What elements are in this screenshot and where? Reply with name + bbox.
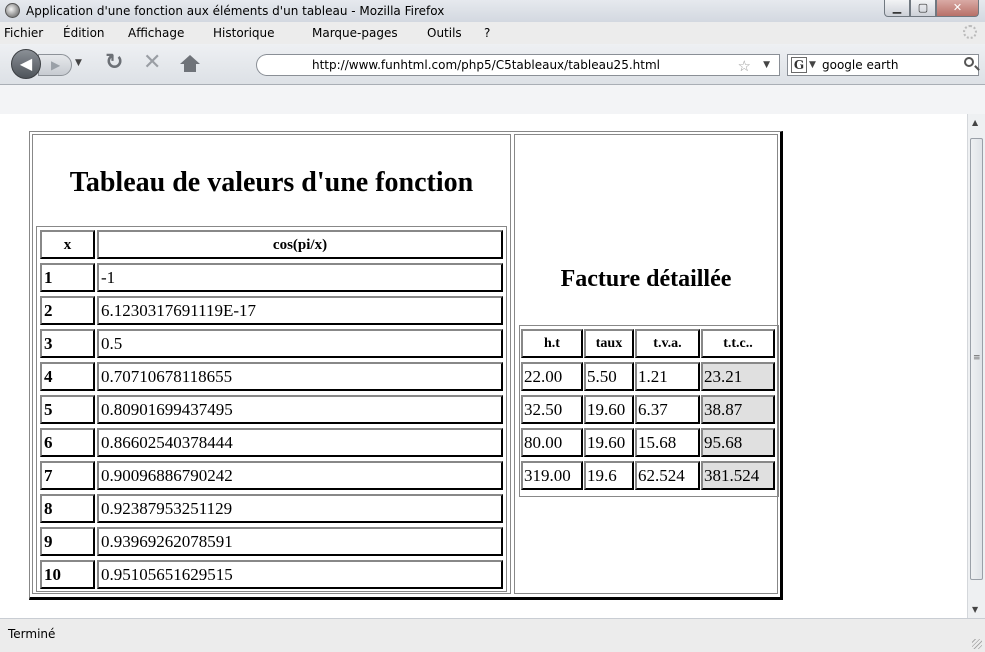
url-dropdown-icon[interactable]: ▼ bbox=[763, 60, 770, 70]
invoice-table: h.t taux t.v.a. t.t.c.. 22.00 5.50 1.21 23.21 32… bbox=[519, 325, 779, 497]
header-ttc: t.t.c.. bbox=[701, 329, 775, 358]
ht-cell: 32.50 bbox=[521, 395, 583, 424]
close-icon: ✕ bbox=[952, 1, 963, 14]
back-button[interactable]: ◀ bbox=[11, 49, 41, 79]
taux-cell: 19.60 bbox=[584, 395, 634, 424]
tva-cell: 62.524 bbox=[635, 461, 700, 490]
scroll-grip-icon: ≡ bbox=[973, 353, 981, 363]
cos-value-cell: 6.1230317691119E-17 bbox=[97, 296, 503, 325]
minimize-icon: ▁ bbox=[892, 1, 902, 14]
cos-value-cell: 0.5 bbox=[97, 329, 503, 358]
menu-historique[interactable]: Historique bbox=[213, 26, 275, 40]
taux-cell: 5.50 bbox=[584, 362, 634, 391]
function-cell: Tableau de valeurs d'une fonction x cos(p… bbox=[32, 134, 511, 594]
status-bar: Terminé bbox=[0, 618, 985, 652]
x-cell: 8 bbox=[40, 494, 95, 523]
window-title: Application d'une fonction aux éléments … bbox=[26, 4, 445, 18]
outer-table: Tableau de valeurs d'une fonction x cos(p… bbox=[29, 131, 783, 600]
ttc-cell: 381.524 bbox=[701, 461, 775, 490]
header-taux: taux bbox=[584, 329, 634, 358]
stop-icon[interactable]: ✕ bbox=[143, 52, 161, 74]
x-cell: 3 bbox=[40, 329, 95, 358]
maximize-button[interactable]: ▢ bbox=[910, 0, 936, 17]
x-cell: 10 bbox=[40, 560, 95, 589]
taux-cell: 19.60 bbox=[584, 428, 634, 457]
ttc-cell: 38.87 bbox=[701, 395, 775, 424]
forward-button[interactable]: ▶ bbox=[38, 54, 72, 76]
firefox-icon bbox=[5, 3, 20, 18]
function-table-caption: Tableau de valeurs d'une fonction bbox=[69, 167, 474, 198]
cos-value-cell: 0.92387953251129 bbox=[97, 494, 503, 523]
function-table: x cos(pi/x) 1 -1 2 6.1230317691119E-17 3 0.5 4 0.… bbox=[36, 226, 507, 592]
x-cell: 9 bbox=[40, 527, 95, 556]
activity-throbber-icon bbox=[963, 25, 977, 39]
search-engine-dropdown-icon[interactable]: ▼ bbox=[809, 60, 816, 70]
search-input[interactable]: google earth bbox=[822, 58, 898, 72]
page-viewport: Tableau de valeurs d'une fonction x cos(p… bbox=[0, 114, 967, 618]
url-bar[interactable]: http://www.funhtml.com/php5/C5tableaux/t… bbox=[266, 54, 780, 76]
cos-value-cell: -1 bbox=[97, 263, 503, 292]
header-tva: t.v.a. bbox=[635, 329, 700, 358]
ttc-cell: 95.68 bbox=[701, 428, 775, 457]
menu-edition[interactable]: Édition bbox=[63, 26, 105, 40]
search-icon[interactable] bbox=[964, 57, 974, 67]
tva-cell: 1.21 bbox=[635, 362, 700, 391]
menu-fichier[interactable]: Fichier bbox=[4, 26, 43, 40]
search-engine-icon[interactable]: G bbox=[791, 57, 807, 73]
url-text[interactable]: http://www.funhtml.com/php5/C5tableaux/t… bbox=[312, 58, 660, 72]
bookmark-star-icon[interactable]: ☆ bbox=[738, 57, 751, 75]
window-controls: ▁ ▢ ✕ bbox=[884, 0, 979, 18]
home-icon[interactable] bbox=[180, 55, 200, 72]
window-titlebar: Application d'une fonction aux éléments … bbox=[0, 0, 985, 23]
header-cos: cos(pi/x) bbox=[97, 230, 503, 259]
x-cell: 4 bbox=[40, 362, 95, 391]
status-text: Terminé bbox=[8, 627, 56, 641]
menu-help[interactable]: ? bbox=[484, 26, 490, 40]
toolbar-separator bbox=[0, 85, 985, 115]
cos-value-cell: 0.86602540378444 bbox=[97, 428, 503, 457]
menu-outils[interactable]: Outils bbox=[427, 26, 462, 40]
ttc-cell: 23.21 bbox=[701, 362, 775, 391]
header-x: x bbox=[40, 230, 95, 259]
x-cell: 6 bbox=[40, 428, 95, 457]
cos-value-cell: 0.93969262078591 bbox=[97, 527, 503, 556]
reload-icon[interactable]: ↻ bbox=[105, 52, 123, 74]
minimize-button[interactable]: ▁ bbox=[884, 0, 910, 17]
cos-value-cell: 0.70710678118655 bbox=[97, 362, 503, 391]
x-cell: 7 bbox=[40, 461, 95, 490]
x-cell: 5 bbox=[40, 395, 95, 424]
maximize-icon: ▢ bbox=[917, 1, 929, 14]
scroll-up-icon[interactable]: ▲ bbox=[972, 118, 978, 127]
search-bar[interactable]: G ▼ google earth bbox=[787, 54, 979, 76]
invoice-cell: Facture détaillée h.t taux t.v.a. t.t.c.. 22… bbox=[514, 134, 779, 594]
tva-cell: 6.37 bbox=[635, 395, 700, 424]
menu-bar: Fichier Édition Affichage Historique Mar… bbox=[0, 22, 985, 44]
back-arrow-icon: ◀ bbox=[19, 54, 33, 73]
x-cell: 1 bbox=[40, 263, 95, 292]
cos-value-cell: 0.95105651629515 bbox=[97, 560, 503, 589]
cos-value-cell: 0.80901699437495 bbox=[97, 395, 503, 424]
history-dropdown-icon[interactable]: ▼ bbox=[75, 58, 82, 68]
scroll-down-icon[interactable]: ▼ bbox=[972, 605, 978, 614]
cos-value-cell: 0.90096886790242 bbox=[97, 461, 503, 490]
menu-affichage[interactable]: Affichage bbox=[128, 26, 184, 40]
forward-arrow-icon: ▶ bbox=[51, 58, 61, 72]
x-cell: 2 bbox=[40, 296, 95, 325]
tva-cell: 15.68 bbox=[635, 428, 700, 457]
vertical-scrollbar[interactable]: ▲ ≡ ▼ bbox=[967, 114, 985, 618]
navigation-toolbar: ▶ ◀ ▼ ↻ ✕ http://www.funhtml.com/php5/C5… bbox=[0, 44, 985, 85]
ht-cell: 80.00 bbox=[521, 428, 583, 457]
resize-grip-icon[interactable] bbox=[972, 639, 982, 649]
close-button[interactable]: ✕ bbox=[936, 0, 979, 17]
invoice-caption: Facture détaillée bbox=[560, 266, 732, 292]
header-ht: h.t bbox=[521, 329, 583, 358]
scroll-thumb[interactable]: ≡ bbox=[970, 138, 983, 580]
ht-cell: 319.00 bbox=[521, 461, 583, 490]
taux-cell: 19.6 bbox=[584, 461, 634, 490]
menu-marque-pages[interactable]: Marque-pages bbox=[312, 26, 398, 40]
ht-cell: 22.00 bbox=[521, 362, 583, 391]
